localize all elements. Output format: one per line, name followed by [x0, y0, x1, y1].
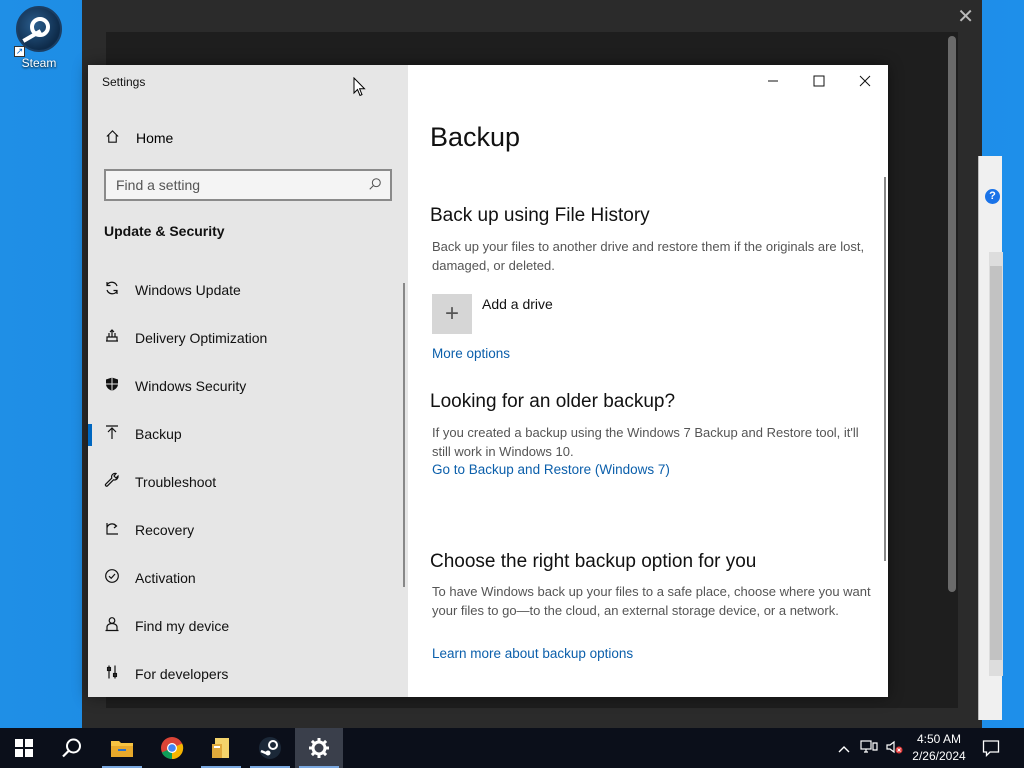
desktop-icon-steam[interactable]: ↗ Steam — [8, 6, 70, 70]
folder-icon — [111, 741, 133, 757]
close-icon[interactable]: ✕ — [957, 4, 974, 29]
clock[interactable]: 4:50 AM 2/26/2024 — [906, 731, 972, 765]
sidebar-item-find-my-device[interactable]: Find my device — [88, 602, 408, 650]
taskbar-file-explorer[interactable] — [98, 728, 146, 768]
settings-content: Backup Back up using File History Back u… — [408, 65, 888, 697]
sidebar-item-label: Troubleshoot — [135, 474, 217, 490]
nav-home[interactable]: Home — [104, 127, 173, 149]
sidebar-scrollbar[interactable] — [403, 283, 405, 587]
shield-icon — [104, 376, 120, 396]
choose-backup-heading: Choose the right backup option for you — [430, 551, 757, 572]
sidebar-item-label: For developers — [135, 666, 229, 682]
sidebar-item-label: Windows Security — [135, 378, 247, 394]
sidebar-item-for-developers[interactable]: For developers — [88, 650, 408, 698]
maximize-button[interactable] — [796, 65, 842, 97]
older-backup-heading: Looking for an older backup? — [430, 391, 676, 412]
sidebar-item-activation[interactable]: Activation — [88, 554, 408, 602]
sidebar-item-label: Recovery — [135, 522, 195, 538]
more-options-link[interactable]: More options — [432, 346, 510, 361]
shortcut-arrow-icon: ↗ — [14, 46, 25, 57]
sidebar-item-troubleshoot[interactable]: Troubleshoot — [88, 458, 408, 506]
taskbar: 4:50 AM 2/26/2024 — [0, 728, 1024, 768]
search-input[interactable]: Find a setting — [104, 169, 392, 201]
older-backup-description: If you created a backup using the Window… — [432, 425, 859, 459]
notification-icon — [982, 740, 1000, 757]
window-title: Settings — [102, 75, 146, 89]
add-drive-label: Add a drive — [482, 296, 553, 312]
chevron-up-icon[interactable] — [838, 741, 850, 756]
mouse-cursor-icon — [353, 76, 367, 102]
taskbar-search-button[interactable] — [48, 728, 96, 768]
page-title: Backup — [430, 122, 521, 152]
clock-time: 4:50 AM — [916, 732, 962, 746]
content-scrollbar[interactable] — [884, 177, 886, 561]
search-icon — [62, 738, 81, 758]
sidebar-item-recovery[interactable]: Recovery — [88, 506, 408, 554]
steam-icon — [259, 737, 281, 759]
search-icon — [368, 177, 382, 194]
nav-list: Windows Update Delivery Optimization Win… — [88, 266, 408, 698]
sidebar-item-label: Delivery Optimization — [135, 330, 268, 346]
sidebar-item-label: Windows Update — [135, 282, 241, 298]
developer-icon — [104, 664, 120, 684]
help-icon[interactable]: ? — [985, 189, 1000, 204]
network-icon[interactable] — [860, 739, 878, 757]
check-circle-icon — [104, 568, 120, 588]
refresh-icon — [104, 280, 120, 300]
sidebar-item-backup[interactable]: Backup — [88, 410, 408, 458]
scrollbar[interactable] — [989, 252, 1003, 676]
person-icon — [104, 616, 120, 636]
file-history-heading: Back up using File History — [430, 205, 650, 226]
learn-more-link[interactable]: Learn more about backup options — [432, 646, 633, 661]
sidebar-item-label: Activation — [135, 570, 196, 586]
search-placeholder: Find a setting — [116, 177, 201, 193]
partial-window: ? — [978, 156, 1003, 720]
taskbar-chrome[interactable] — [148, 728, 196, 768]
notification-button[interactable] — [968, 728, 1014, 768]
nav-category-heading: Update & Security — [104, 223, 225, 239]
plus-icon: + — [432, 294, 472, 334]
settings-window: Settings Home Find a setting Update & Se… — [88, 65, 888, 697]
sidebar-item-windows-update[interactable]: Windows Update — [88, 266, 408, 314]
backup-restore-link[interactable]: Go to Backup and Restore (Windows 7) — [432, 462, 670, 477]
taskbar-file-manager[interactable] — [197, 728, 245, 768]
delivery-icon — [104, 328, 120, 348]
chrome-icon — [161, 737, 184, 760]
home-icon — [104, 129, 120, 148]
settings-sidebar: Settings Home Find a setting Update & Se… — [88, 65, 408, 697]
taskbar-steam[interactable] — [246, 728, 294, 768]
taskbar-settings[interactable] — [295, 728, 343, 768]
backup-icon — [104, 424, 120, 444]
window-controls — [750, 65, 888, 97]
sidebar-item-label: Backup — [135, 426, 182, 442]
start-button[interactable] — [0, 728, 48, 768]
gear-icon — [309, 738, 329, 758]
desktop-icon-label: Steam — [21, 56, 57, 70]
file-history-description: Back up your files to another drive and … — [432, 239, 865, 273]
sidebar-item-windows-security[interactable]: Windows Security — [88, 362, 408, 410]
volume-muted-icon[interactable] — [886, 740, 904, 757]
windows-logo-icon — [15, 739, 33, 757]
recovery-icon — [104, 520, 120, 540]
clock-date: 2/26/2024 — [912, 749, 966, 763]
sidebar-item-delivery-optimization[interactable]: Delivery Optimization — [88, 314, 408, 362]
wrench-icon — [104, 472, 120, 492]
nav-home-label: Home — [136, 130, 174, 146]
scrollbar[interactable] — [948, 36, 956, 592]
close-button[interactable] — [842, 65, 888, 97]
sidebar-item-label: Find my device — [135, 618, 230, 634]
minimize-button[interactable] — [750, 65, 796, 97]
file-manager-icon — [212, 738, 229, 758]
add-drive-button[interactable]: + Add a drive — [432, 294, 553, 334]
choose-backup-description: To have Windows back up your files to a … — [432, 584, 871, 618]
system-tray — [838, 728, 904, 768]
